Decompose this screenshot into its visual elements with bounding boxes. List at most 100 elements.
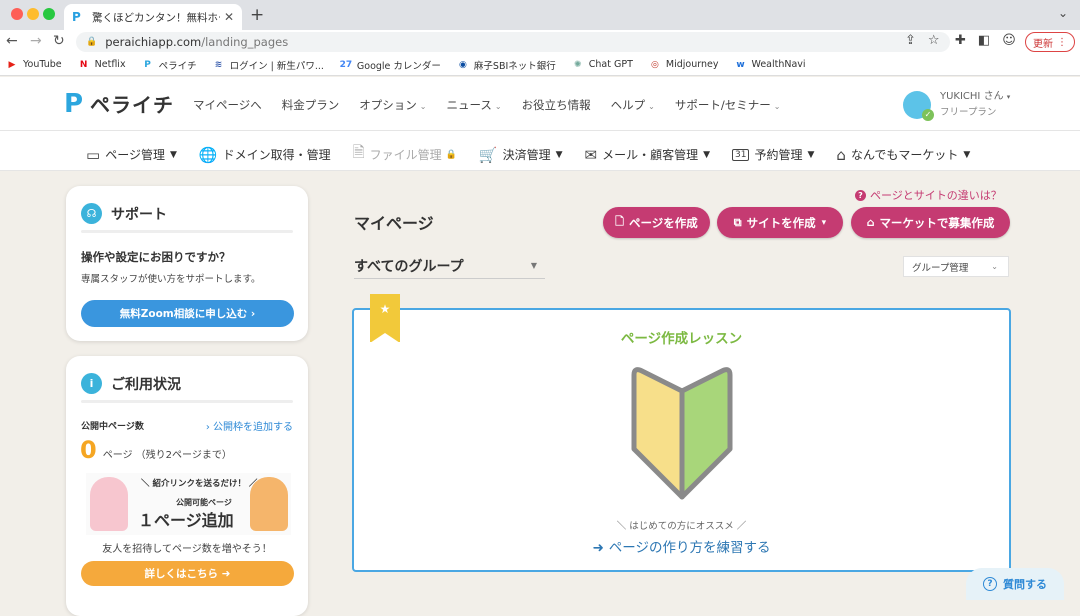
group-mgmt-label: グループ管理 <box>912 262 969 274</box>
practice-link-label: ページの作り方を練習する <box>608 540 771 556</box>
bookmark-label: ペライチ <box>158 60 197 72</box>
nav-item[interactable]: お役立ち情報 <box>522 97 591 113</box>
nav-item[interactable]: ニュース ⌄ <box>446 97 501 113</box>
bookmarks-bar: ▶ YouTube N Netflix P ペライチ ≋ ログイン | 新生パワ... 27 Go… <box>0 54 1080 76</box>
url-field[interactable]: 🔒 peraichiapp.com/landing_pages <box>76 32 950 52</box>
nav-item-label: マイページへ <box>193 98 262 112</box>
practice-lesson-link[interactable]: ➜ ページの作り方を練習する <box>354 536 1009 556</box>
nav-item-label: サポート/セミナー <box>674 98 771 112</box>
midjourney-icon: ◎ <box>650 59 659 70</box>
nav-item[interactable]: オプション ⌄ <box>359 97 426 113</box>
referral-banner[interactable]: ＼ 紹介リンクを送るだけ！ ／ 公開可能ページ １ページ追加 <box>86 473 291 535</box>
arrow-right-icon: ➜ <box>592 540 604 556</box>
subnav-item[interactable]: 31 予約管理 ▼ <box>732 142 814 167</box>
bookmark-item[interactable]: w WealthNavi <box>734 59 805 71</box>
bookmark-label: ログイン | 新生パワ... <box>229 60 324 72</box>
question-icon: ? <box>855 189 866 201</box>
group-management-dropdown[interactable]: グループ管理 ⌄ <box>903 256 1009 277</box>
chevron-down-icon: ▼ <box>555 149 563 160</box>
support-title: サポート <box>111 206 167 223</box>
lock-icon: 🔒 <box>445 149 457 160</box>
tab-title: 驚くほどカンタン！無料ホームページ <box>92 11 220 24</box>
share-icon[interactable]: ⇪ <box>905 33 916 48</box>
support-card: ☊ サポート 操作や設定にお困りですか？ 専属スタッフが使い方をサポートします。… <box>66 186 308 341</box>
bookmark-item[interactable]: ◎ Midjourney <box>649 59 719 71</box>
subnav-item-label: なんでもマーケット <box>850 148 959 162</box>
peraichi-logo-icon: P <box>64 88 84 119</box>
bookmark-label: Chat GPT <box>588 59 633 70</box>
published-pages-label: 公開中ページ数 <box>81 422 144 432</box>
usage-title: ご利用状況 <box>111 376 181 393</box>
add-publish-slot-link[interactable]: › 公開枠を追加する <box>206 418 293 433</box>
side-panel-icon[interactable]: ◧ <box>978 33 990 48</box>
subnav-item[interactable]: 🛒 決済管理 ▼ <box>479 142 563 167</box>
bookmark-item[interactable]: 27 Google カレンダー <box>340 58 441 72</box>
nav-item-label: 料金プラン <box>281 98 340 112</box>
subnav-item[interactable]: ⌂ なんでもマーケット ▼ <box>836 142 970 167</box>
woman-illustration-left <box>90 477 128 531</box>
published-count-unit: ページ （残り2ページまで） <box>102 450 232 461</box>
market-create-button[interactable]: ⌂ マーケットで募集作成 <box>851 207 1010 238</box>
ask-question-button[interactable]: ? 質問する <box>966 568 1064 600</box>
browser-tab[interactable]: P 驚くほどカンタン！無料ホームページ ✕ <box>64 4 242 30</box>
bookmark-star-icon[interactable]: ☆ <box>928 33 940 48</box>
pages-icon: ⧉ <box>733 215 742 229</box>
bookmark-item[interactable]: ✺ Chat GPT <box>572 59 633 71</box>
document-icon: 🗋 <box>615 215 625 228</box>
group-select-value: すべてのグループ <box>354 258 464 275</box>
bookmark-item[interactable]: ≋ ログイン | 新生パワ... <box>213 58 324 72</box>
caret-down-icon: ▼ <box>530 261 537 270</box>
new-tab-button[interactable]: + <box>250 5 264 25</box>
bookmark-item[interactable]: N Netflix <box>78 59 126 71</box>
support-question: 操作や設定にお困りですか？ <box>81 250 231 264</box>
nav-item-label: ニュース <box>446 98 492 112</box>
subnav-item[interactable]: 🌐 ドメイン取得・管理 <box>199 142 331 167</box>
bookmark-label: Midjourney <box>665 59 719 70</box>
chevron-down-icon: ⌄ <box>494 102 502 111</box>
url-path: /landing_pages <box>201 35 289 49</box>
nav-item-label: オプション <box>359 98 417 112</box>
create-page-button[interactable]: 🗋 ページを作成 <box>603 207 710 238</box>
tab-close-icon[interactable]: ✕ <box>224 10 234 24</box>
details-button[interactable]: 詳しくはこちら ➜ <box>81 561 294 586</box>
peraichi-logo[interactable]: P ペライチ <box>64 89 174 118</box>
subnav-item[interactable]: ✉ メール・顧客管理 ▼ <box>585 142 711 167</box>
reload-icon[interactable]: ↻ <box>53 33 65 49</box>
tab-search-icon[interactable]: ⌄ <box>1058 6 1068 20</box>
create-site-label: サイトを作成 <box>746 215 816 230</box>
close-window-button[interactable] <box>11 8 23 20</box>
nav-item[interactable]: 料金プラン <box>282 97 340 113</box>
page-vs-site-link[interactable]: ? ページとサイトの違いは？ <box>855 187 1002 203</box>
update-button[interactable]: 更新 ⋮ <box>1025 32 1075 52</box>
user-menu[interactable]: ✓ YUKICHI さん ▾ フリープラン <box>903 89 1010 121</box>
published-count: 0 ページ （残り2ページまで） <box>80 436 232 464</box>
chevron-down-icon: ⌄ <box>648 102 655 111</box>
extensions-puzzle-icon[interactable]: ✚ <box>955 33 966 48</box>
maximize-window-button[interactable] <box>43 8 55 20</box>
chatgpt-icon: ✺ <box>574 59 582 70</box>
usage-card: i ご利用状況 公開中ページ数 › 公開枠を追加する 0 ページ （残り2ページ… <box>66 356 308 616</box>
nav-item[interactable]: サポート/セミナー ⌄ <box>675 97 781 113</box>
lesson-subtitle: ＼ はじめての方にオススメ ／ <box>616 521 747 532</box>
back-icon[interactable]: ← <box>6 33 18 49</box>
group-select[interactable]: すべてのグループ ▼ <box>354 253 545 279</box>
create-site-button[interactable]: ⧉ サイトを作成 ▾ <box>717 207 843 238</box>
bookmark-item[interactable]: ◉ 麻子SBIネット銀行 <box>457 58 556 72</box>
profile-icon[interactable]: ☺ <box>1002 33 1016 48</box>
nav-item[interactable]: ヘルプ ⌄ <box>611 97 655 113</box>
bookmark-item[interactable]: ▶ YouTube <box>6 59 62 71</box>
forward-icon[interactable]: → <box>30 33 42 49</box>
main-nav: マイページへ 料金プラン オプション ⌄ ニュース ⌄ お役立ち情報 ヘルプ ⌄ サポート/セミナ… <box>193 97 800 113</box>
calendar-icon: 31 <box>732 148 750 161</box>
bookmark-label: YouTube <box>23 59 62 70</box>
zoom-consultation-button[interactable]: 無料Zoom相談に申し込む › <box>81 300 294 327</box>
lesson-title: ページ作成レッスン <box>620 331 743 347</box>
bookmark-label: 麻子SBIネット銀行 <box>473 60 556 72</box>
nav-item[interactable]: マイページへ <box>193 97 262 113</box>
minimize-window-button[interactable] <box>27 8 39 20</box>
bookmark-item[interactable]: P ペライチ <box>142 58 197 72</box>
subnav-item[interactable]: ▭ ページ管理 ▼ <box>86 142 177 167</box>
youtube-icon: ▶ <box>8 59 16 70</box>
subnav-item-label: メール・顧客管理 <box>602 148 699 162</box>
chevron-down-icon: ⌄ <box>773 102 781 111</box>
